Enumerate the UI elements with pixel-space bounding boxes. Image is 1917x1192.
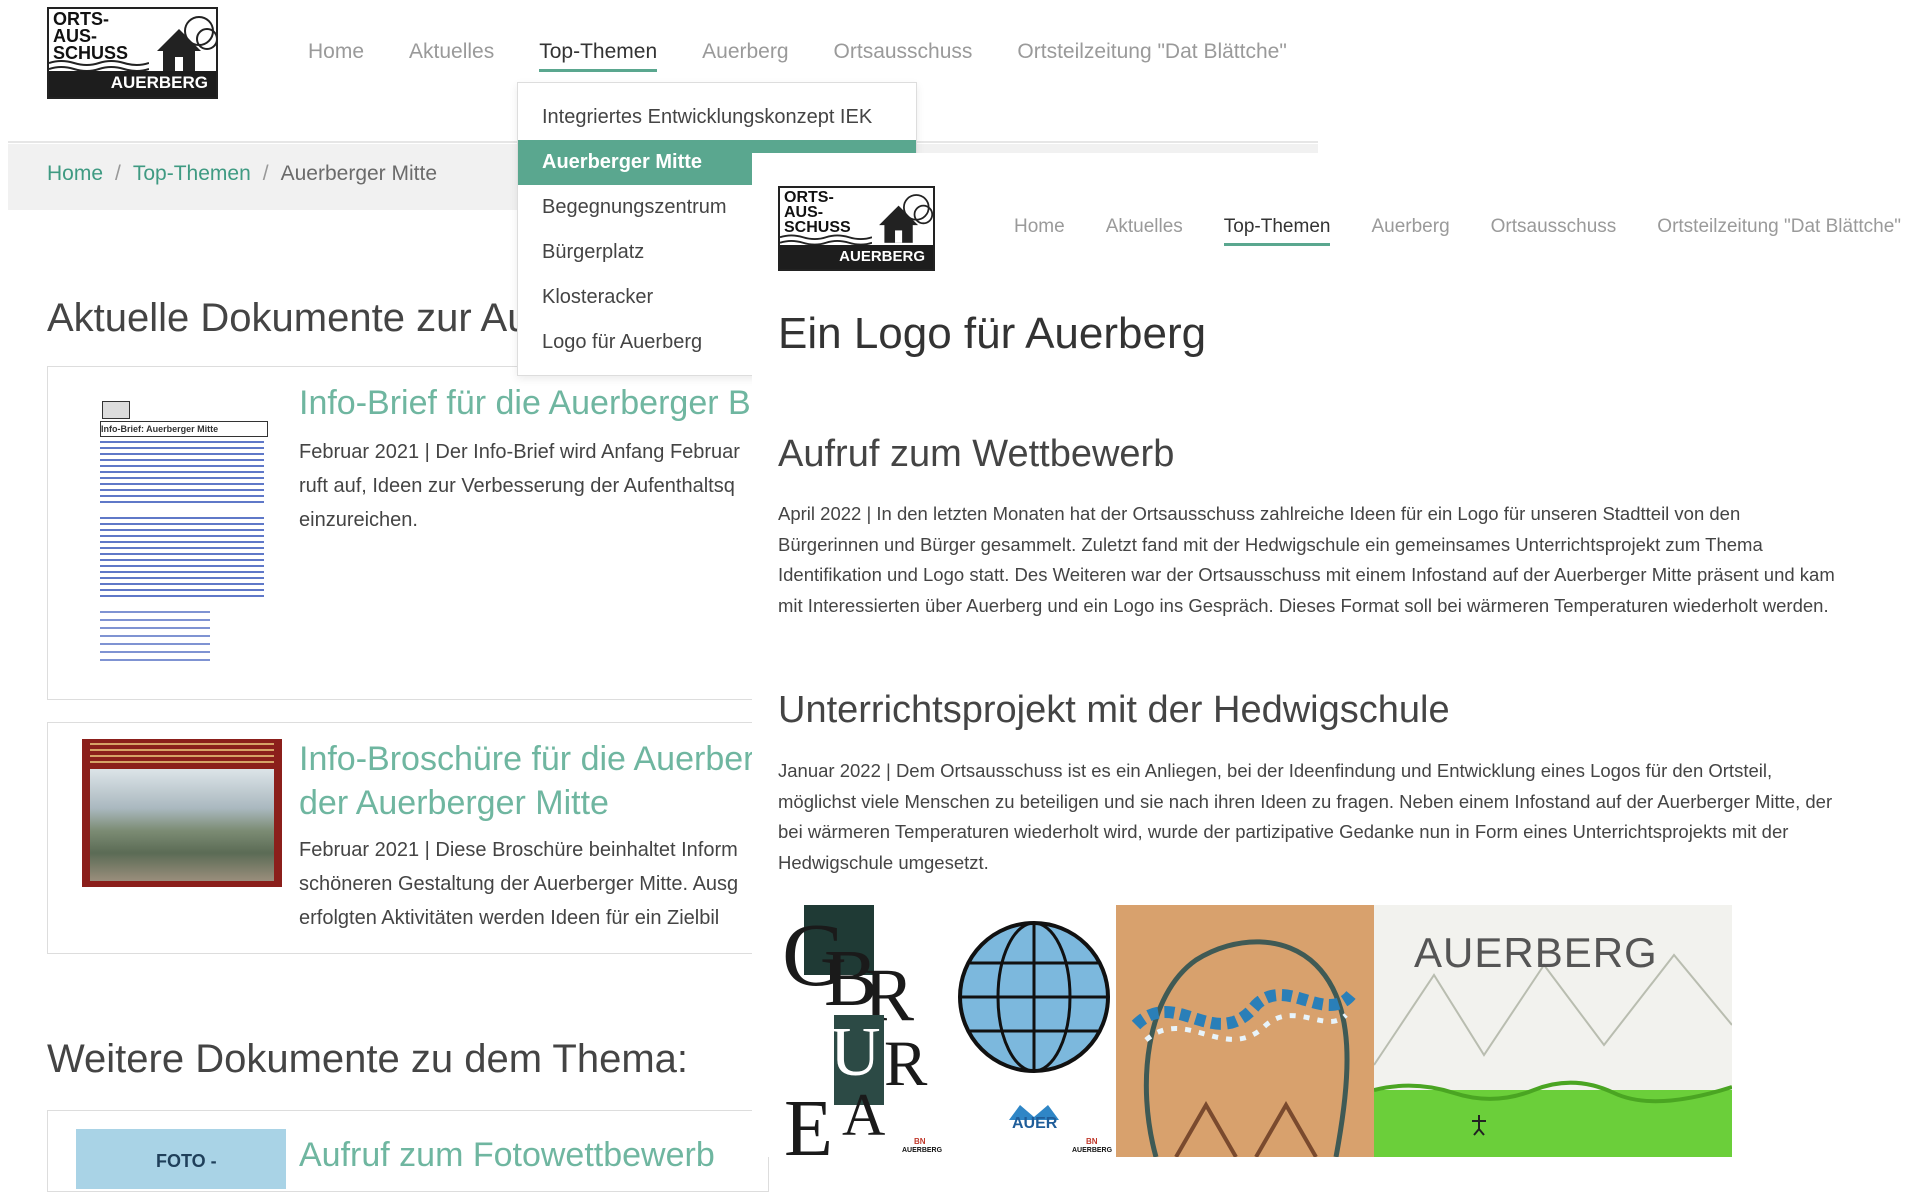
svg-text:R: R bbox=[884, 1028, 928, 1100]
gallery-image[interactable]: AUERBERG bbox=[1374, 905, 1732, 1157]
logo-text: ORTS- AUS- SCHUSS bbox=[53, 9, 129, 63]
thumb-text-block bbox=[100, 517, 264, 601]
nav-ortsteilzeitung[interactable]: Ortsteilzeitung "Dat Blättche" bbox=[1017, 40, 1286, 72]
section-heading: Unterrichtsprojekt mit der Hedwigschule bbox=[778, 689, 1450, 731]
bn-mark-sub: AUERBERG bbox=[902, 1147, 943, 1154]
info-brief-thumbnail[interactable]: Info-Brief: Auerberger Mitte bbox=[100, 397, 268, 669]
card-title[interactable]: Aufruf zum Fotowettbewerb bbox=[299, 1133, 715, 1177]
card-title-line[interactable]: der Auerberger Mitte bbox=[299, 781, 609, 825]
letter-collage-icon: G B R U R E A bbox=[782, 905, 928, 1157]
section-text: April 2022 | In den letzten Monaten hat … bbox=[778, 503, 1835, 616]
breadcrumb: Home / Top-Themen / Auerberger Mitte bbox=[47, 162, 437, 186]
card-text-line: Februar 2021 | Diese Broschüre beinhalte… bbox=[299, 839, 738, 861]
site-logo[interactable]: ORTS- AUS- SCHUSS AUERBERG bbox=[778, 186, 935, 271]
main-nav: Home Aktuelles Top-Themen Auerberg Ortsa… bbox=[1014, 216, 1901, 246]
breadcrumb-section[interactable]: Top-Themen bbox=[133, 162, 251, 185]
card-text-line: einzureichen. bbox=[299, 509, 418, 531]
document-card[interactable]: Info-Brief: Auerberger Mitte Info-Brief … bbox=[47, 366, 769, 700]
section-heading: Aufruf zum Wettbewerb bbox=[778, 433, 1175, 475]
nav-aktuelles[interactable]: Aktuelles bbox=[1106, 216, 1183, 246]
nav-aktuelles[interactable]: Aktuelles bbox=[409, 40, 494, 72]
thumb-text-block bbox=[100, 611, 210, 667]
bn-mark-sub: AUERBERG bbox=[1072, 1147, 1113, 1154]
svg-text:A: A bbox=[842, 1082, 885, 1148]
thumb-text-block bbox=[100, 441, 264, 505]
foto-thumbnail[interactable]: FOTO - bbox=[76, 1129, 286, 1189]
logo-band-text: AUERBERG bbox=[839, 248, 925, 265]
section-title: Aktuelle Dokumente zur Au bbox=[47, 296, 530, 340]
nav-home[interactable]: Home bbox=[1014, 216, 1065, 246]
foto-thumb-label: FOTO - bbox=[156, 1151, 217, 1171]
thumb-logo bbox=[102, 401, 130, 419]
logo-house-icon bbox=[879, 194, 933, 243]
thumb-heading: Info-Brief: Auerberger Mitte bbox=[100, 421, 268, 437]
nav-auerberg[interactable]: Auerberg bbox=[1371, 216, 1449, 246]
document-card[interactable]: Info-Broschüre für die Auerberg der Auer… bbox=[47, 722, 769, 954]
card-text-line: Februar 2021 | Der Info-Brief wird Anfan… bbox=[299, 441, 740, 463]
front-page: ORTS- AUS- SCHUSS AUERBERG Home Aktuelle… bbox=[752, 153, 1917, 1157]
document-card[interactable]: FOTO - Aufruf zum Fotowettbewerb bbox=[47, 1110, 769, 1192]
logo-house-icon bbox=[157, 16, 216, 71]
bn-mark: BN bbox=[1086, 1137, 1098, 1146]
card-title-line[interactable]: Info-Broschüre für die Auerberg bbox=[299, 737, 768, 781]
brochure-header bbox=[90, 743, 274, 765]
nav-home[interactable]: Home bbox=[308, 40, 364, 72]
site-logo[interactable]: ORTS- AUS- SCHUSS AUERBERG bbox=[47, 7, 218, 99]
breadcrumb-home[interactable]: Home bbox=[47, 162, 103, 185]
nav-ortsausschuss[interactable]: Ortsausschuss bbox=[1491, 216, 1617, 246]
brochure-thumbnail[interactable] bbox=[82, 739, 282, 887]
card-text-line: erfolgten Aktivitäten werden Ideen für e… bbox=[299, 907, 720, 929]
globe-label: AUER bbox=[1012, 1115, 1058, 1132]
main-nav: Home Aktuelles Top-Themen Auerberg Ortsa… bbox=[308, 40, 1287, 72]
drawing-text: AUERBERG bbox=[1414, 929, 1658, 976]
dropdown-item[interactable]: Integriertes Entwicklungskonzept IEK bbox=[518, 95, 916, 140]
logo-text: ORTS- AUS- SCHUSS bbox=[784, 189, 851, 236]
breadcrumb-current: Auerberger Mitte bbox=[280, 162, 438, 185]
breadcrumb-separator: / bbox=[262, 162, 269, 185]
nav-top-themen[interactable]: Top-Themen bbox=[1223, 216, 1331, 246]
gallery-image[interactable]: AUER BN AUERBERG bbox=[954, 905, 1116, 1157]
nav-ortsausschuss[interactable]: Ortsausschuss bbox=[834, 40, 973, 72]
card-text-line: ruft auf, Ideen zur Verbesserung der Auf… bbox=[299, 475, 735, 497]
svg-text:U: U bbox=[830, 1014, 881, 1091]
gallery-image[interactable] bbox=[1116, 905, 1374, 1157]
card-text-line: schöneren Gestaltung der Auerberger Mitt… bbox=[299, 873, 739, 895]
svg-text:E: E bbox=[784, 1085, 833, 1157]
section-text: Januar 2022 | Dem Ortsausschuss ist es e… bbox=[778, 760, 1833, 873]
breadcrumb-separator: / bbox=[115, 162, 121, 185]
bn-mark: BN bbox=[914, 1137, 926, 1146]
logo-band-text: AUERBERG bbox=[110, 73, 208, 92]
nav-ortsteilzeitung[interactable]: Ortsteilzeitung "Dat Blättche" bbox=[1657, 216, 1901, 246]
section-title: Weitere Dokumente zu dem Thema: bbox=[47, 1037, 689, 1081]
gallery-image[interactable]: G B R U R E A BN AUERBERG bbox=[764, 905, 954, 1157]
page-title: Ein Logo für Auerberg bbox=[778, 309, 1207, 358]
nav-auerberg[interactable]: Auerberg bbox=[702, 40, 788, 72]
brochure-photo bbox=[90, 769, 274, 881]
nav-top-themen[interactable]: Top-Themen bbox=[539, 40, 658, 72]
string-sculpture-icon bbox=[1131, 939, 1356, 1157]
card-title[interactable]: Info-Brief für die Auerberger Bü bbox=[299, 381, 768, 425]
